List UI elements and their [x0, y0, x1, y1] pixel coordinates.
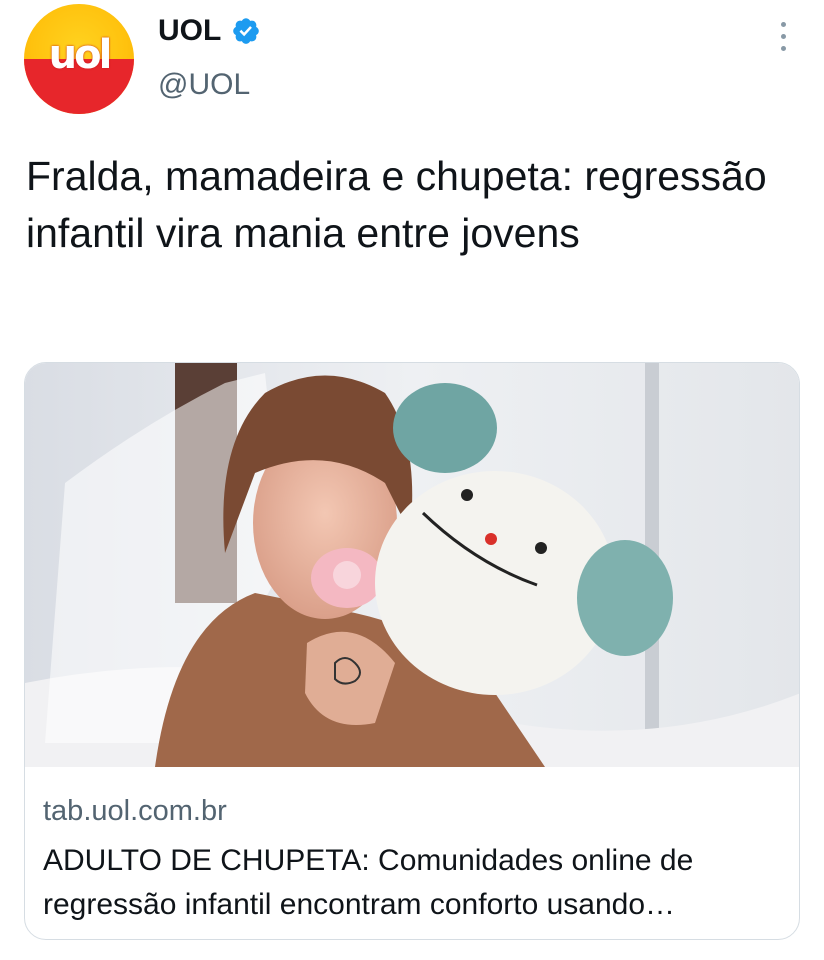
card-domain: tab.uol.com.br: [43, 795, 227, 827]
card-title: ADULTO DE CHUPETA: Comunidades online de…: [43, 844, 694, 921]
more-dot-icon: [780, 45, 786, 51]
author-handle[interactable]: @UOL: [158, 68, 250, 102]
author-display-name[interactable]: UOL: [158, 14, 221, 48]
link-card[interactable]: tab.uol.com.br ADULTO DE CHUPETA: Comuni…: [24, 362, 800, 940]
more-options-button[interactable]: [770, 18, 796, 54]
avatar-logo-text: uol: [48, 32, 113, 78]
more-dot-icon: [780, 21, 786, 27]
verified-badge-icon: [233, 18, 260, 44]
more-dot-icon: [780, 33, 786, 39]
tweet-text: Fralda, mamadeira e chupeta: regressão i…: [26, 153, 767, 256]
author-avatar[interactable]: uol: [24, 4, 134, 114]
article-photo[interactable]: [25, 363, 800, 767]
author-name-row: UOL: [158, 14, 261, 48]
